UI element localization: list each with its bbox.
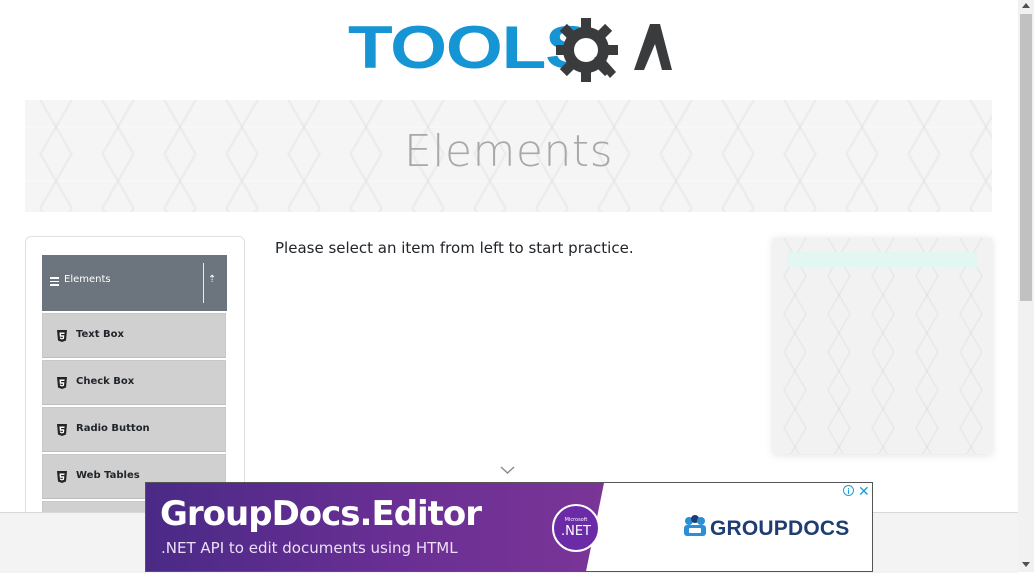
menu-item-check-box[interactable]: Check Box: [42, 360, 226, 405]
bottom-ad-banner[interactable]: GroupDocs.Editor .NET API to edit docume…: [145, 482, 873, 572]
ad-title: GroupDocs.Editor: [160, 494, 482, 534]
ad-info-icon[interactable]: i: [843, 485, 854, 496]
gear-icon: [556, 18, 672, 82]
ad-subtitle: .NET API to edit documents using HTML: [161, 539, 458, 557]
collapse-arrow-icon[interactable]: ⇡: [208, 274, 216, 285]
page-title: Elements: [403, 126, 614, 177]
ad-close-icon[interactable]: ✕: [858, 483, 870, 500]
scroll-down-arrow-icon[interactable]: [1022, 562, 1030, 567]
group-header-label: Elements: [64, 274, 111, 285]
group-header-elements[interactable]: Elements ⇡: [42, 255, 227, 311]
menu-item-label: Text Box: [76, 329, 124, 340]
dotnet-badge-small: Microsoft: [564, 517, 588, 523]
scrollbar-thumb[interactable]: [1020, 14, 1032, 301]
menu-item-label: Web Tables: [76, 470, 140, 481]
menu-item-radio-button[interactable]: Radio Button: [42, 407, 226, 452]
scroll-up-arrow-icon[interactable]: [1022, 3, 1030, 8]
menu-item-text-box[interactable]: Text Box: [42, 313, 226, 358]
toolsqa-logo[interactable]: TOOLS: [348, 14, 672, 92]
side-ad-bar: [787, 252, 977, 267]
side-ad-placeholder[interactable]: [773, 238, 992, 454]
html5-icon: [57, 424, 67, 436]
dotnet-badge-big: .NET: [560, 524, 591, 539]
practice-prompt: Please select an item from left to start…: [275, 239, 634, 257]
menu-item-label: Check Box: [76, 376, 135, 387]
hamburger-icon: [50, 277, 59, 288]
group-header-divider: [203, 263, 204, 303]
groupdocs-brand: GROUPDOCS: [710, 517, 850, 540]
groupdocs-logo-icon: [684, 515, 706, 536]
chevron-down-icon[interactable]: [500, 466, 515, 475]
page-scrollbar[interactable]: [1018, 0, 1034, 572]
html5-icon: [57, 471, 67, 483]
page-banner: Elements: [25, 100, 992, 212]
html5-icon: [57, 330, 67, 342]
html5-icon: [57, 377, 67, 389]
menu-item-label: Radio Button: [76, 423, 150, 434]
dotnet-badge: Microsoft .NET: [552, 504, 600, 552]
